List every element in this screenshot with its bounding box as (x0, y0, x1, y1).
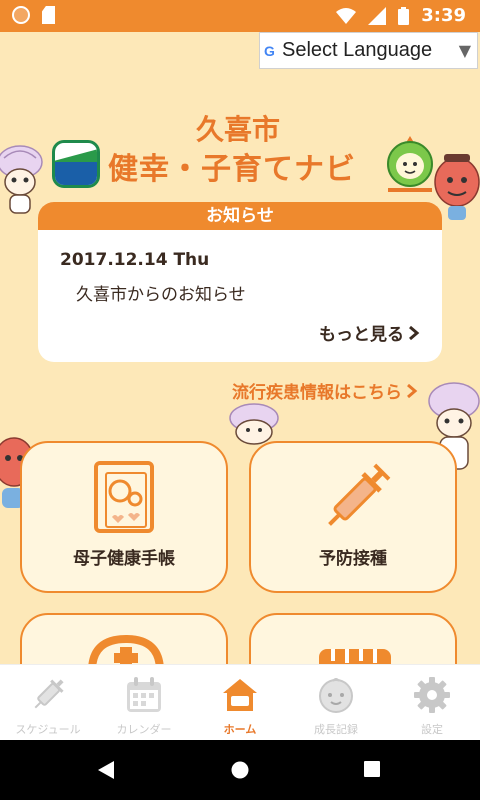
nav-item-calendar-label: カレンダー (116, 723, 172, 736)
syringe-icon (328, 463, 391, 526)
news-item-text[interactable]: 久喜市からのお知らせ (76, 280, 246, 305)
wifi-icon (336, 7, 357, 24)
baby-face-icon (319, 678, 353, 713)
language-selector-label: Select Language (282, 39, 433, 61)
nav-item-home[interactable]: ホーム (192, 665, 288, 740)
news-card: お知らせ 2017.12.14 Thu 久喜市からのお知らせ もっと見る (38, 202, 442, 362)
recents-icon[interactable] (363, 760, 381, 778)
tile-vaccination-label: 予防接種 (319, 549, 387, 569)
status-time: 3:39 (421, 5, 466, 26)
nav-item-growth-record-label: 成長記録 (314, 723, 358, 736)
tile-vaccination[interactable]: 予防接種 (249, 441, 457, 593)
news-date: 2017.12.14 Thu (60, 250, 210, 270)
tile-mother-child-handbook[interactable]: 母子健康手帳 (20, 441, 228, 593)
calendar-icon (127, 677, 161, 712)
nav-item-schedule-label: スケジュール (15, 723, 81, 736)
sports-mascot-logo-icon (387, 136, 433, 192)
sd-card-icon (42, 6, 55, 24)
mother-child-handbook-icon (94, 461, 154, 533)
google-g-icon: G (264, 42, 275, 59)
left-mascot-icon (0, 145, 43, 214)
disease-info-link[interactable]: 流行疾患情報はこちら (232, 378, 418, 403)
disease-info-label: 流行疾患情報はこちら (232, 383, 402, 403)
nav-item-settings-label: 設定 (421, 723, 443, 736)
city-name: 久喜市 (195, 113, 280, 146)
language-selector[interactable]: G Select Language ▼ (259, 32, 478, 69)
nav-item-growth-record[interactable]: 成長記録 (288, 665, 384, 740)
chevron-right-icon (409, 325, 420, 340)
tile-medical[interactable] (20, 613, 228, 664)
circle-icon (12, 6, 30, 24)
syringe-icon (34, 679, 64, 709)
medical-kit-icon (88, 634, 164, 664)
news-more-button[interactable]: もっと見る (319, 320, 420, 345)
news-more-label: もっと見る (319, 325, 404, 345)
bottom-navigation: スケジュール カレンダー ホーム 成長記録 設定 (0, 664, 480, 740)
app-title: 健幸・子育てナビ (108, 152, 356, 187)
center-mascot-icon (229, 403, 279, 445)
battery-icon (398, 6, 410, 25)
news-heading: お知らせ (38, 202, 442, 230)
home-circle-icon[interactable] (230, 760, 250, 780)
dropdown-arrow-icon: ▼ (458, 41, 471, 60)
home-icon (223, 679, 257, 711)
cell-signal-icon (368, 6, 387, 25)
back-icon[interactable] (96, 760, 116, 780)
chevron-right-icon (407, 383, 418, 398)
system-navigation-bar (0, 740, 480, 800)
nav-item-schedule[interactable]: スケジュール (0, 665, 96, 740)
status-bar: 3:39 (0, 0, 480, 32)
ruler-icon (319, 649, 391, 664)
gear-icon (414, 677, 450, 713)
nav-item-settings[interactable]: 設定 (384, 665, 480, 740)
home-content[interactable]: G Select Language ▼ 久喜市 健幸・子育てナビ お知らせ 20… (0, 32, 480, 664)
kuki-logo-icon (52, 140, 100, 188)
tile-growth-ruler[interactable] (249, 613, 457, 664)
tile-mother-child-handbook-label: 母子健康手帳 (73, 549, 175, 569)
nav-item-calendar[interactable]: カレンダー (96, 665, 192, 740)
nav-item-home-label: ホーム (223, 723, 257, 736)
